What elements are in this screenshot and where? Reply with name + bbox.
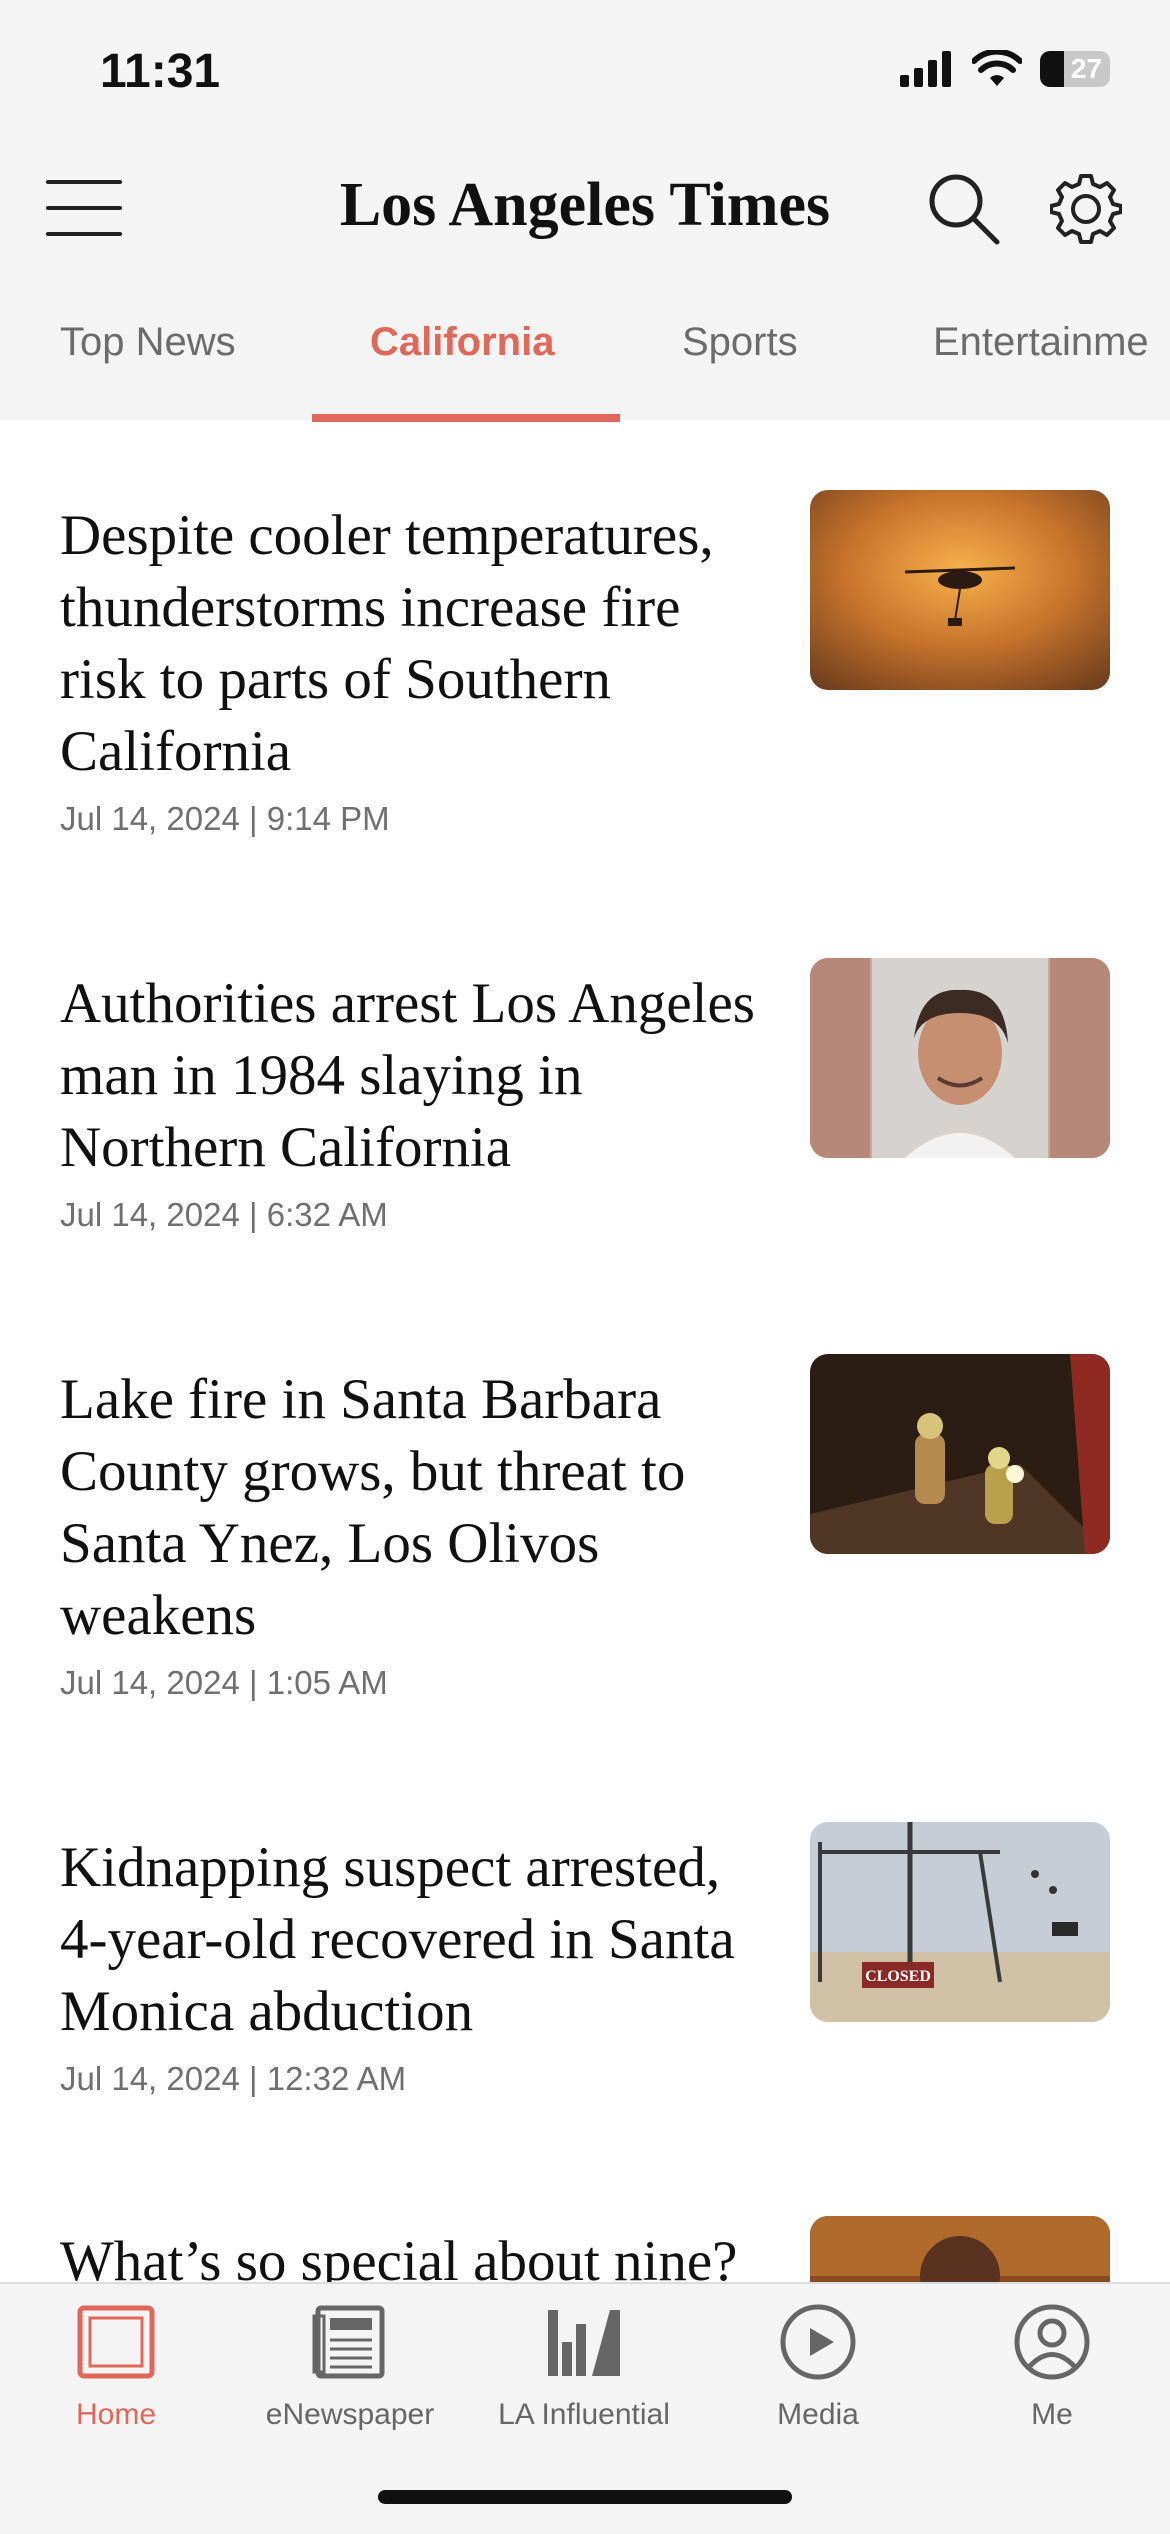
section-tabs: Top News California Sports Entertainme: [0, 300, 1170, 422]
battery-level: 27: [1070, 53, 1102, 84]
app-header: Los Angeles Times: [0, 150, 1170, 260]
gear-icon[interactable]: [1050, 172, 1122, 244]
active-tab-indicator: [312, 414, 620, 422]
article-headline[interactable]: Authorities arrest Los Angeles man in 19…: [60, 968, 780, 1184]
tab-california[interactable]: California: [370, 320, 554, 365]
article-date: Jul 14, 2024 | 9:14 PM: [60, 800, 390, 837]
influential-icon: [548, 2310, 620, 2376]
tab-la-influential-label: LA Influential: [498, 2398, 670, 2431]
tab-entertainment[interactable]: Entertainme: [933, 320, 1149, 365]
article-thumbnail[interactable]: CLOSED: [810, 1822, 1110, 2022]
article-date: Jul 14, 2024 | 1:05 AM: [60, 1664, 388, 1701]
tab-sports[interactable]: Sports: [682, 320, 798, 365]
tab-media[interactable]: Media: [708, 2302, 928, 2432]
tab-me-label: Me: [1031, 2398, 1073, 2431]
profile-icon: [1014, 2304, 1090, 2380]
tab-media-label: Media: [777, 2398, 859, 2431]
article-headline[interactable]: Kidnapping suspect arrested, 4-year-old …: [60, 1832, 780, 2048]
newspaper-icon: [312, 2305, 385, 2379]
tab-home-label: Home: [75, 2398, 157, 2431]
tab-enewspaper-label: eNewspaper: [265, 2398, 435, 2431]
tab-enewspaper[interactable]: eNewspaper: [240, 2302, 460, 2432]
tab-me[interactable]: Me: [942, 2302, 1162, 2432]
article-date: Jul 14, 2024 | 12:32 AM: [60, 2060, 407, 2097]
search-icon[interactable]: [925, 170, 1001, 246]
article-thumbnail[interactable]: [810, 1354, 1110, 1554]
status-icons: 27: [900, 50, 1110, 88]
battery-icon: 27: [1040, 51, 1110, 87]
home-indicator[interactable]: [378, 2490, 792, 2504]
wifi-icon: [972, 50, 1022, 86]
article-headline[interactable]: Lake fire in Santa Barbara County grows,…: [60, 1364, 780, 1652]
home-icon: [77, 2305, 155, 2379]
closed-sign: CLOSED: [865, 1968, 931, 1985]
article-headline[interactable]: Despite cooler temperatures, thunderstor…: [60, 500, 780, 788]
article-thumbnail[interactable]: [810, 490, 1110, 690]
status-time: 11:31: [100, 45, 221, 98]
tab-la-influential[interactable]: LA Influential: [474, 2302, 694, 2432]
article-thumbnail[interactable]: [810, 958, 1110, 1158]
tab-home[interactable]: Home: [6, 2302, 226, 2432]
menu-button[interactable]: [46, 180, 122, 236]
signal-icon: [900, 51, 951, 87]
article-date: Jul 14, 2024 | 6:32 AM: [60, 1196, 388, 1233]
play-icon: [780, 2304, 856, 2380]
tab-top-news[interactable]: Top News: [60, 320, 236, 365]
